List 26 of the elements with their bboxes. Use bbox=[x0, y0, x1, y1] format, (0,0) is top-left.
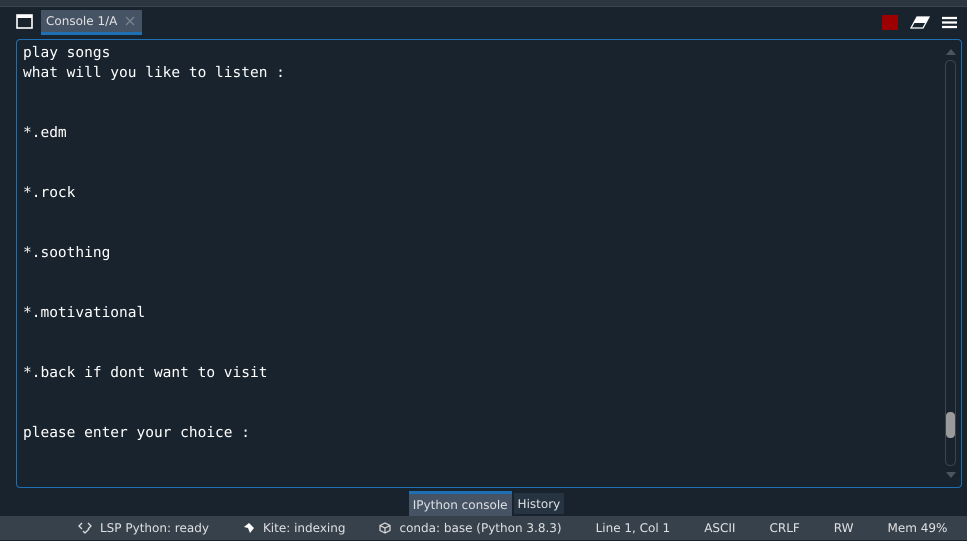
status-text: LSP Python: ready bbox=[100, 521, 209, 535]
console-output-line: what will you like to listen : bbox=[23, 64, 286, 83]
kite-icon bbox=[242, 522, 255, 534]
menu-icon[interactable] bbox=[942, 16, 957, 29]
eraser-icon[interactable] bbox=[910, 16, 930, 29]
console-output-line: please enter your choice : bbox=[23, 424, 251, 443]
window-icon[interactable] bbox=[16, 14, 33, 28]
console-output-line: *.edm bbox=[23, 124, 68, 143]
status-text: conda: base (Python 3.8.3) bbox=[399, 521, 562, 535]
status-text: Mem 49% bbox=[888, 521, 948, 535]
console-output-line: *.rock bbox=[23, 184, 76, 203]
status-text: Line 1, Col 1 bbox=[596, 521, 670, 535]
cube-icon bbox=[379, 522, 392, 534]
code-check-icon bbox=[78, 522, 92, 534]
status-text: Kite: indexing bbox=[262, 521, 346, 535]
status-text: ASCII bbox=[704, 521, 736, 535]
console-tab[interactable]: Console 1/A bbox=[41, 10, 142, 35]
pane-tab[interactable]: IPython console bbox=[408, 491, 512, 516]
console-output-line: *.back if dont want to visit bbox=[23, 364, 268, 383]
pane-tab[interactable]: History bbox=[514, 493, 564, 514]
console-output-line: play songs bbox=[23, 44, 112, 63]
console-output-line: *.soothing bbox=[23, 244, 112, 263]
status-text: CRLF bbox=[769, 521, 800, 535]
scrollbar-thumb[interactable] bbox=[946, 412, 955, 438]
status-text: RW bbox=[834, 521, 854, 535]
console-output-line: *.motivational bbox=[23, 304, 146, 323]
